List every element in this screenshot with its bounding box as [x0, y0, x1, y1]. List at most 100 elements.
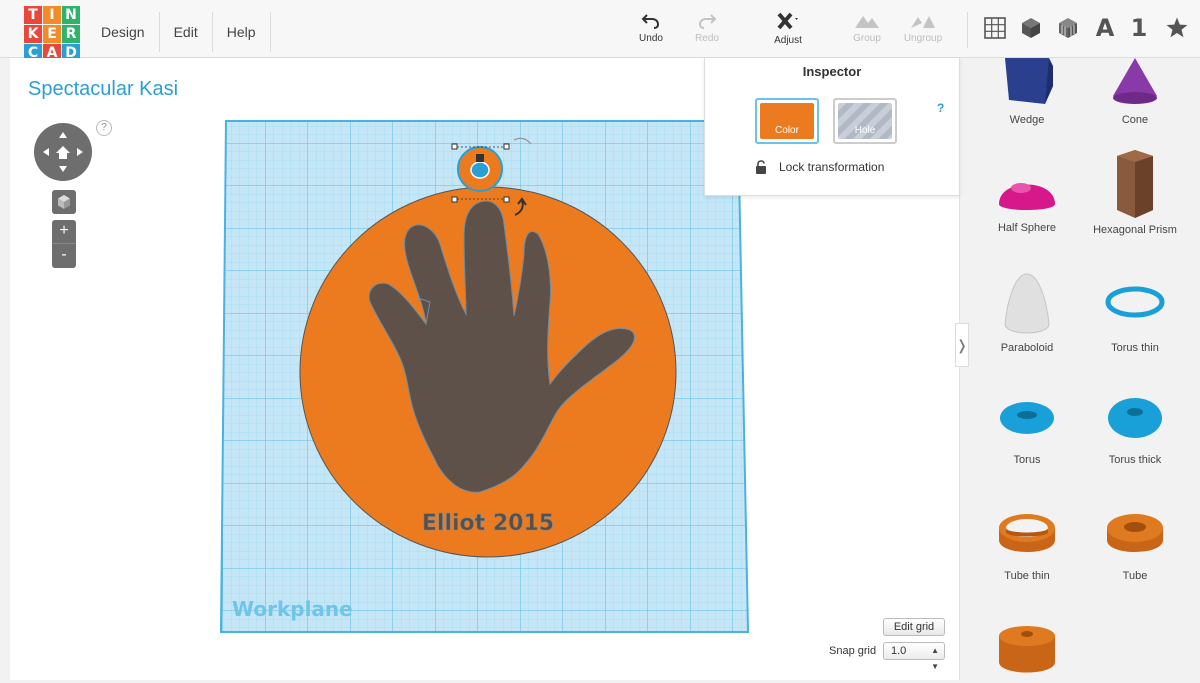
favorites-star-icon[interactable] — [1163, 14, 1191, 42]
striped-cube-icon — [1059, 18, 1077, 38]
shape-torus-thin[interactable]: Torus thin — [1080, 282, 1190, 354]
torus-thin-icon — [1105, 286, 1165, 318]
redo-label: Redo — [695, 33, 719, 44]
edit-grid-button[interactable]: Edit grid — [883, 618, 945, 636]
shape-torus[interactable]: Torus — [972, 394, 1082, 466]
menu-edit[interactable]: Edit — [160, 12, 213, 52]
snap-grid-select[interactable]: 1.0 ▲ ▼ — [883, 642, 945, 671]
shape-ring[interactable] — [972, 624, 1082, 683]
view-help-icon[interactable]: ? — [96, 120, 112, 136]
default-view-button[interactable] — [52, 190, 76, 214]
adjust-button[interactable]: Adjust — [762, 12, 814, 52]
grid-view-icon[interactable] — [981, 14, 1009, 42]
hole-label: Hole — [854, 125, 876, 136]
redo-icon — [698, 14, 717, 29]
cone-icon — [1113, 58, 1157, 104]
lock-icon — [756, 160, 766, 174]
lock-transformation-toggle[interactable]: Lock transformation — [755, 160, 884, 174]
shape-label: Hexagonal Prism — [1093, 224, 1177, 236]
shape-label: Wedge — [1009, 114, 1045, 126]
hole-fill: Hole — [838, 103, 892, 139]
undo-icon — [641, 14, 660, 29]
shape-label: Cone — [1121, 114, 1149, 126]
logo-letter: N — [62, 6, 80, 24]
undo-label: Undo — [639, 33, 663, 44]
zoom-control: + - — [52, 220, 76, 268]
shape-label: Torus — [1013, 454, 1041, 466]
cube-icon — [1022, 18, 1040, 38]
ring-icon — [999, 626, 1055, 673]
shape-paraboloid[interactable]: Paraboloid — [972, 272, 1082, 354]
workplane-label: Workplane — [232, 597, 353, 621]
resize-handle[interactable] — [451, 196, 458, 203]
adjust-icon — [777, 12, 798, 30]
number-shape-icon[interactable]: 1 — [1125, 14, 1153, 42]
torus-icon — [1000, 402, 1054, 434]
chevron-right-icon: ❭ — [956, 337, 968, 353]
torus-thick-icon — [1108, 398, 1162, 438]
snap-grid-label: Snap grid — [829, 645, 877, 657]
star-icon — [1166, 17, 1188, 38]
group-button[interactable]: Group — [841, 12, 893, 52]
height-handle[interactable] — [476, 154, 484, 162]
shape-half-sphere[interactable]: Half Sphere — [972, 158, 1082, 234]
tube-thin-icon — [999, 514, 1055, 552]
wedge-icon — [1005, 58, 1053, 104]
grid-icon — [984, 17, 1006, 39]
logo-letter: E — [43, 25, 61, 43]
undo-button[interactable]: Undo — [625, 12, 677, 52]
shape-wedge[interactable]: Wedge — [972, 58, 1082, 126]
model-text[interactable]: Elliot 2015 — [422, 511, 555, 537]
shape-label: Torus thin — [1111, 342, 1159, 354]
adjust-label: Adjust — [774, 35, 802, 46]
text-shape-icon[interactable]: A — [1091, 14, 1119, 42]
logo-letter: I — [43, 6, 61, 24]
wireframe-box-view-icon[interactable] — [1054, 14, 1082, 42]
top-bar: T I N K E R C A D Design Edit Help Undo … — [0, 0, 1200, 62]
ungroup-icon — [911, 16, 935, 28]
zoom-in-button[interactable]: + — [52, 220, 76, 244]
loop-hole — [470, 161, 490, 179]
ungroup-button[interactable]: Ungroup — [897, 12, 949, 52]
shape-label: Paraboloid — [1000, 342, 1054, 354]
redo-button[interactable]: Redo — [681, 12, 733, 52]
shape-cone[interactable]: Cone — [1080, 58, 1190, 126]
shape-tube-thin[interactable]: Tube thin — [972, 510, 1082, 582]
select-arrows-icon: ▲ ▼ — [931, 646, 939, 671]
ungroup-label: Ungroup — [903, 33, 943, 44]
tube-icon — [1107, 514, 1163, 552]
color-label: Color — [775, 125, 799, 136]
resize-handle[interactable] — [503, 143, 510, 150]
color-swatch[interactable]: Color — [755, 98, 819, 144]
shape-tube[interactable]: Tube — [1080, 510, 1190, 582]
group-icon — [855, 16, 879, 28]
shapes-panel: Wedge Cone Half Sphere Hexagonal Prism P… — [970, 58, 1200, 683]
panel-collapse-tab[interactable]: ❭ — [955, 323, 969, 367]
paraboloid-icon — [1004, 273, 1050, 334]
half-sphere-icon — [999, 183, 1055, 210]
shape-torus-thick[interactable]: Torus thick — [1080, 388, 1190, 466]
inspector-title: Inspector — [802, 64, 862, 79]
resize-handle[interactable] — [451, 143, 458, 150]
design-title[interactable]: Spectacular Kasi — [28, 78, 178, 101]
main-menu: Design Edit Help — [89, 12, 271, 52]
solid-box-view-icon[interactable] — [1017, 14, 1045, 42]
hexagonal-prism-icon — [1117, 150, 1153, 218]
resize-handle[interactable] — [503, 196, 510, 203]
lock-label: Lock transformation — [779, 160, 885, 174]
shape-label: Tube — [1122, 570, 1148, 582]
home-view-icon — [43, 132, 83, 172]
menu-help[interactable]: Help — [213, 12, 271, 52]
logo-letter: T — [24, 6, 42, 24]
menu-design[interactable]: Design — [89, 12, 160, 52]
shape-hexagonal-prism[interactable]: Hexagonal Prism — [1080, 148, 1190, 236]
hole-swatch[interactable]: Hole — [833, 98, 897, 144]
tinkercad-logo[interactable]: T I N K E R C A D — [24, 6, 82, 64]
toolbar-divider — [967, 12, 968, 48]
view-navigation-control[interactable] — [34, 123, 92, 181]
group-label: Group — [853, 33, 881, 44]
inspector-help-icon[interactable]: ? — [937, 101, 944, 115]
shape-label: Torus thick — [1108, 454, 1162, 466]
snap-grid-value: 1.0 — [891, 645, 907, 657]
zoom-out-button[interactable]: - — [52, 244, 76, 268]
